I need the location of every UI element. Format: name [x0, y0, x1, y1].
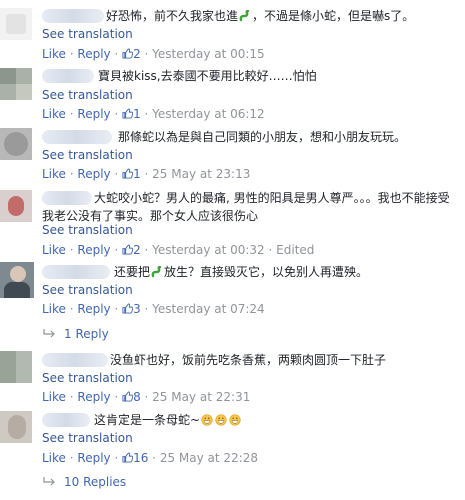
- comment-timestamp[interactable]: Yesterday at 06:12: [152, 107, 265, 121]
- avatar[interactable]: [0, 351, 32, 383]
- see-translation-link[interactable]: See translation: [42, 283, 133, 297]
- snake-emoji: [239, 10, 250, 22]
- avatar[interactable]: [0, 411, 32, 443]
- reply-link[interactable]: Reply: [77, 243, 110, 257]
- comment-actions: Like · Reply · 1 · Yesterday at 06:12: [42, 107, 265, 121]
- avatar[interactable]: [0, 262, 34, 298]
- avatar[interactable]: [0, 190, 32, 222]
- reply-link[interactable]: Reply: [77, 47, 110, 61]
- see-translation-link[interactable]: See translation: [42, 371, 133, 385]
- like-link[interactable]: Like: [42, 390, 66, 404]
- grinning-emoji: [229, 414, 241, 426]
- thumbs-up-icon: [122, 108, 134, 119]
- comment-text: 还要把 放生？直接毁灭它，以免别人再遭殃。: [114, 265, 369, 279]
- avatar[interactable]: [0, 8, 32, 40]
- comment-actions: Like · Reply · 3 · Yesterday at 07:24: [42, 302, 265, 316]
- like-count[interactable]: 2: [133, 47, 141, 61]
- comment-timestamp[interactable]: Yesterday at 00:15: [152, 47, 265, 61]
- thumbs-up-icon: [122, 452, 134, 463]
- reply-link[interactable]: Reply: [77, 390, 110, 404]
- comment-actions: Like · Reply · 2 · Yesterday at 00:15: [42, 47, 265, 61]
- like-link[interactable]: Like: [42, 451, 66, 465]
- comment-text: 那條蛇以為是與自己同類的小朋友，想和小朋友玩玩。: [118, 130, 407, 144]
- reply-link[interactable]: Reply: [77, 451, 110, 465]
- see-translation-link[interactable]: See translation: [42, 223, 133, 237]
- view-replies-link[interactable]: 1 Reply: [42, 327, 109, 341]
- thumbs-up-icon: [122, 303, 134, 314]
- see-translation-link[interactable]: See translation: [42, 27, 133, 41]
- snake-emoji: [151, 266, 162, 278]
- comment-actions: Like · Reply · 2 · Yesterday at 00:32 · …: [42, 243, 315, 257]
- like-link[interactable]: Like: [42, 302, 66, 316]
- comments-section: 好恐怖，前不久我家也進 ，不過是條小蛇，但是嚇s了。 See translatio…: [0, 0, 465, 500]
- comment-text: 大蛇咬小蛇？男人的最痛, 男性的阳具是男人尊严。。。我也不能接受我老公没有了事实…: [42, 191, 450, 223]
- comment: 那條蛇以為是與自己同類的小朋友，想和小朋友玩玩。 See translation…: [0, 122, 465, 182]
- like-count[interactable]: 3: [133, 302, 141, 316]
- see-translation-link[interactable]: See translation: [42, 431, 133, 445]
- avatar[interactable]: [0, 68, 32, 100]
- comment-actions: Like · Reply · 1 · 25 May at 23:13: [42, 167, 251, 181]
- avatar[interactable]: [0, 128, 32, 160]
- comment-text: 好恐怖，前不久我家也進 ，不過是條小蛇，但是嚇s了。: [106, 9, 415, 23]
- reply-link[interactable]: Reply: [77, 167, 110, 181]
- view-replies-link[interactable]: 10 Replies: [42, 475, 126, 489]
- comment-timestamp[interactable]: 25 May at 22:28: [160, 451, 258, 465]
- comment-timestamp[interactable]: Yesterday at 00:32: [152, 243, 265, 257]
- comment-text: 没鱼虾也好，饭前先吃条香蕉，两颗肉圆顶一下肚子: [110, 353, 387, 367]
- thumbs-up-icon: [122, 244, 134, 255]
- like-count[interactable]: 1: [133, 167, 141, 181]
- like-link[interactable]: Like: [42, 107, 66, 121]
- comment: 还要把 放生？直接毁灭它，以免别人再遭殃。 See translation Lik…: [0, 260, 465, 320]
- reply-arrow-icon: [43, 477, 55, 486]
- see-translation-link[interactable]: See translation: [42, 88, 133, 102]
- comment-timestamp[interactable]: 25 May at 23:13: [152, 167, 250, 181]
- edited-label[interactable]: Edited: [276, 243, 314, 257]
- see-translation-link[interactable]: See translation: [42, 148, 133, 162]
- reply-link[interactable]: Reply: [77, 302, 110, 316]
- like-count[interactable]: 1: [133, 107, 141, 121]
- grinning-emoji: [215, 414, 227, 426]
- comment: 寶貝被kiss,去泰國不要用比較好……怕怕 See translation Li…: [0, 62, 465, 122]
- comment-timestamp[interactable]: 25 May at 22:31: [152, 390, 250, 404]
- comment-text: 寶貝被kiss,去泰國不要用比較好……怕怕: [98, 69, 317, 83]
- comment-text: 这肯定是一条母蛇~: [42, 411, 459, 429]
- thumbs-up-icon: [122, 48, 134, 59]
- grinning-emoji: [201, 414, 213, 426]
- comment-actions: Like · Reply · 8 · 25 May at 22:31: [42, 390, 251, 404]
- comment: 好恐怖，前不久我家也進 ，不過是條小蛇，但是嚇s了。 See translatio…: [0, 0, 465, 62]
- like-count[interactable]: 8: [133, 390, 141, 404]
- comment-actions: Like · Reply · 16 · 25 May at 22:28: [42, 451, 258, 465]
- comment: 没鱼虾也好，饭前先吃条香蕉，两颗肉圆顶一下肚子 See translation …: [0, 345, 465, 405]
- like-count[interactable]: 16: [133, 451, 148, 465]
- comment: 大蛇咬小蛇？男人的最痛, 男性的阳具是男人尊严。。。我也不能接受我老公没有了事实…: [0, 182, 465, 260]
- thumbs-up-icon: [122, 168, 134, 179]
- thumbs-up-icon: [122, 391, 134, 402]
- like-link[interactable]: Like: [42, 243, 66, 257]
- like-link[interactable]: Like: [42, 167, 66, 181]
- reply-link[interactable]: Reply: [77, 107, 110, 121]
- comment: 这肯定是一条母蛇~ See translation Like · Reply ·…: [0, 405, 465, 467]
- like-count[interactable]: 2: [133, 243, 141, 257]
- comment-timestamp[interactable]: Yesterday at 07:24: [152, 302, 265, 316]
- reply-arrow-icon: [43, 329, 55, 338]
- like-link[interactable]: Like: [42, 47, 66, 61]
